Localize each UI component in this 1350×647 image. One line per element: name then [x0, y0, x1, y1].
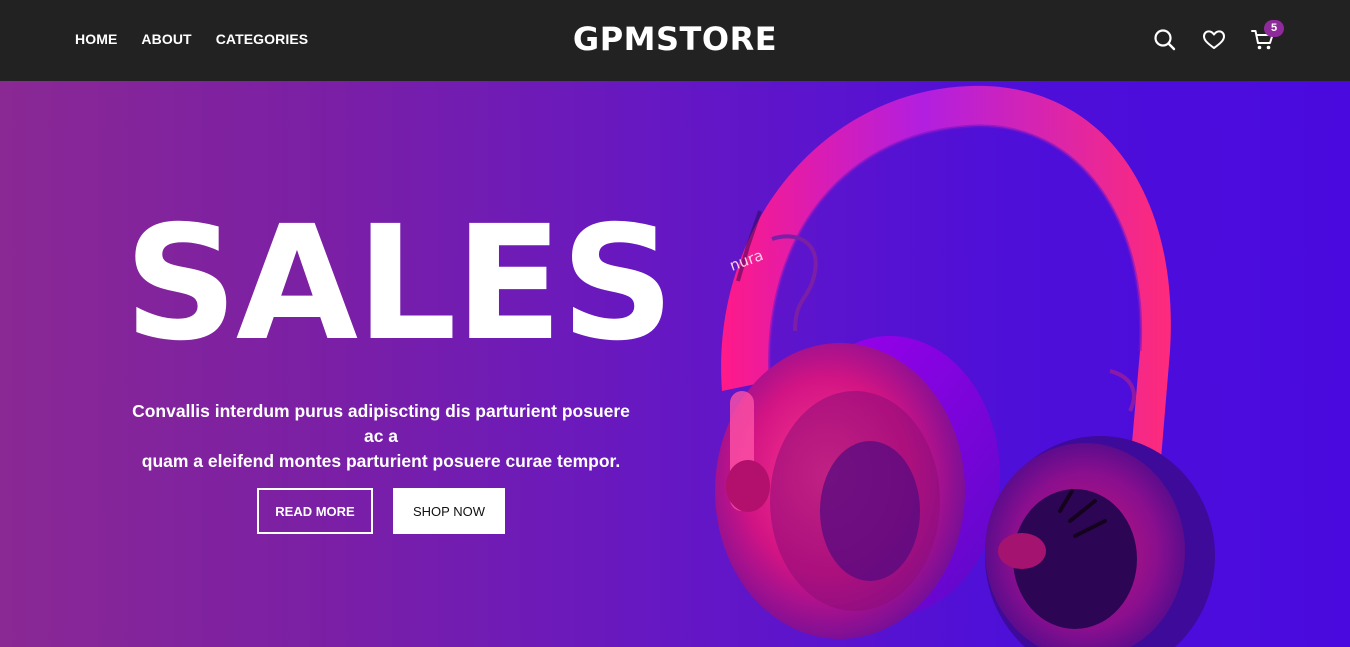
header-actions: 5: [1152, 20, 1299, 53]
heart-icon: [1203, 30, 1225, 49]
search-icon: [1154, 29, 1176, 51]
hero-subtitle: Convallis interdum purus adipiscting dis…: [120, 399, 642, 474]
search-button[interactable]: [1152, 27, 1178, 53]
wishlist-button[interactable]: [1201, 27, 1227, 53]
cart-count-badge: 5: [1264, 20, 1284, 37]
hero-title: SALES: [124, 192, 674, 376]
headphones-image: nura: [715, 85, 1215, 647]
hero-banner: SALES Convallis interdum purus adipiscti…: [0, 81, 1350, 647]
shop-now-button[interactable]: SHOP NOW: [393, 488, 505, 534]
hero-actions: READ MORE SHOP NOW: [257, 488, 505, 534]
cart-button[interactable]: 5: [1250, 20, 1284, 53]
hero-subtitle-line-2: quam a eleifend montes parturient posuer…: [141, 451, 621, 471]
brand-logo[interactable]: GPMSTORE: [0, 20, 1350, 58]
site-header: HOME ABOUT CATEGORIES GPMSTORE 5: [0, 0, 1350, 81]
hero-subtitle-line-1: Convallis interdum purus adipiscting dis…: [132, 401, 630, 446]
read-more-button[interactable]: READ MORE: [257, 488, 373, 534]
